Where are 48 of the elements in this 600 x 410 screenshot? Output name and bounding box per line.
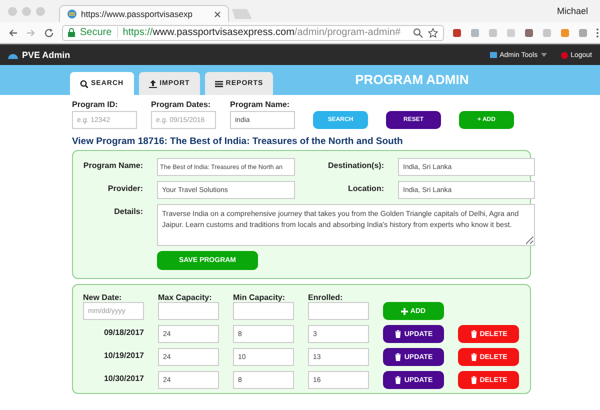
close-icon <box>214 10 221 18</box>
reload-icon <box>44 28 54 38</box>
field-label: Program Name: <box>82 160 143 170</box>
field-label: Destination(s): <box>327 160 384 170</box>
field-label: Location: <box>347 183 384 193</box>
caret-icon <box>540 53 547 57</box>
browser-tab[interactable]: https://www.passportvisasexp <box>59 5 229 22</box>
date-label: 09/18/2017 <box>102 327 144 337</box>
input-field[interactable] <box>158 302 219 320</box>
trash-icon <box>394 376 402 384</box>
field-label: Program Dates: <box>151 100 212 109</box>
trash-icon <box>394 353 402 361</box>
secure-label: Secure <box>80 27 118 38</box>
column-label: Min Capacity: <box>233 293 286 302</box>
input-field[interactable] <box>233 302 294 320</box>
zoom-icon <box>413 28 423 38</box>
search-icon <box>80 80 88 88</box>
field-label: Details: <box>113 206 143 216</box>
field-label: Program Name: <box>230 100 291 109</box>
column-label: New Date: <box>83 293 123 302</box>
date-label: 10/19/2017 <box>102 350 144 360</box>
new-tab-icon <box>232 9 252 19</box>
back-icon <box>8 28 18 38</box>
banner-title: PROGRAM ADMIN <box>355 72 469 87</box>
upload-icon <box>148 80 157 88</box>
lock-icon <box>68 28 75 37</box>
power-icon <box>560 52 568 58</box>
plus-icon <box>401 308 408 314</box>
menu-icon <box>596 28 599 38</box>
forward-icon <box>26 28 36 38</box>
globe-icon <box>67 9 77 19</box>
input-field[interactable] <box>308 302 369 320</box>
brand-name[interactable]: PVE Admin <box>22 50 70 60</box>
field-label: Provider: <box>106 183 143 193</box>
trash-icon <box>394 330 402 338</box>
star-icon <box>428 28 438 38</box>
tab-title: https://www.passportvisasexp <box>81 9 194 19</box>
profile-name[interactable]: Michael <box>556 6 600 16</box>
address-bar[interactable]: Secure https://www.passportvisasexpress.com/admin/program-admin# <box>62 24 444 40</box>
trash-icon <box>470 353 478 361</box>
url-text: https://www.passportvisasexpress.com/admin/program-admin# <box>122 27 401 38</box>
section-title: View Program 18716: The Best of India: Treasures of the North and South <box>72 136 404 147</box>
date-label: 10/30/2017 <box>102 373 144 383</box>
column-label: Enrolled: <box>308 293 344 302</box>
trash-icon <box>470 330 478 338</box>
column-label: Max Capacity: <box>158 293 213 302</box>
field-label: Program ID: <box>72 100 119 109</box>
trash-icon <box>470 376 478 384</box>
